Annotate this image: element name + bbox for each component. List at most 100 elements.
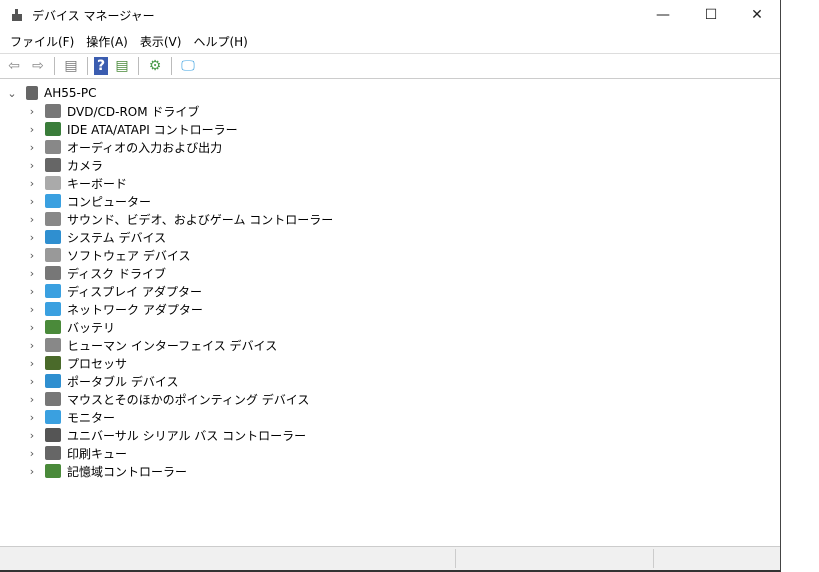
tree-item[interactable]: › IDE ATA/ATAPI コントローラー [0,120,780,138]
tree-item[interactable]: › ソフトウェア デバイス [0,246,780,264]
chevron-right-icon[interactable]: › [26,429,38,442]
help-icon[interactable]: ? [94,57,108,75]
device-category-icon [45,446,61,460]
tree-item[interactable]: › システム デバイス [0,228,780,246]
device-category-icon [45,212,61,226]
back-icon[interactable]: ⇦ [4,56,24,76]
chevron-right-icon[interactable]: › [26,285,38,298]
device-category-icon [45,266,61,280]
device-category-icon [45,392,61,406]
tree-item[interactable]: › 印刷キュー [0,444,780,462]
chevron-right-icon[interactable]: › [26,375,38,388]
tree-item[interactable]: › キーボード [0,174,780,192]
chevron-right-icon[interactable]: › [26,123,38,136]
device-category-icon [45,140,61,154]
device-category-icon [45,194,61,208]
status-divider [455,549,456,568]
chevron-right-icon[interactable]: › [26,159,38,172]
toolbar-separator [54,57,55,75]
tree-item-label: バッテリ [67,320,116,335]
tree-item[interactable]: › ヒューマン インターフェイス デバイス [0,336,780,354]
tree-item[interactable]: › オーディオの入力および出力 [0,138,780,156]
chevron-right-icon[interactable]: › [26,339,38,352]
chevron-right-icon[interactable]: › [26,213,38,226]
device-category-icon [45,320,61,334]
tree-item-label: コンピューター [67,194,152,209]
tree-item[interactable]: › プロセッサ [0,354,780,372]
update-driver-icon[interactable]: ⚙ [145,56,165,76]
tree-item-label: オーディオの入力および出力 [67,140,223,155]
minimize-button[interactable]: — [640,0,686,30]
device-manager-window: デバイス マネージャー — ☐ ✕ ファイル(F) 操作(A) 表示(V) ヘル… [0,0,781,572]
tree-item-label: ディスク ドライブ [67,266,166,281]
tree-item-label: ソフトウェア デバイス [67,248,191,263]
menu-view[interactable]: 表示(V) [134,33,188,50]
menu-file[interactable]: ファイル(F) [4,33,80,50]
tree-item[interactable]: › ディスプレイ アダプター [0,282,780,300]
tree-item[interactable]: › コンピューター [0,192,780,210]
chevron-down-icon[interactable]: ⌄ [6,87,18,100]
tree-item[interactable]: › モニター [0,408,780,426]
close-button[interactable]: ✕ [734,0,780,30]
tree-item[interactable]: › バッテリ [0,318,780,336]
tree-item-label: カメラ [67,158,104,173]
tree-item-label: ディスプレイ アダプター [67,284,202,299]
toolbar: ⇦ ⇨ ▤ ? ▤ ⚙ 🖵 [0,53,780,79]
properties-icon[interactable]: ▤ [112,56,132,76]
device-category-icon [45,284,61,298]
device-category-icon [45,464,61,478]
chevron-right-icon[interactable]: › [26,231,38,244]
forward-icon[interactable]: ⇨ [28,56,48,76]
tree-item[interactable]: › カメラ [0,156,780,174]
device-tree: ⌄ AH55-PC › DVD/CD-ROM ドライブ › IDE ATA/ATA… [0,84,780,544]
tree-item[interactable]: › DVD/CD-ROM ドライブ [0,102,780,120]
maximize-button[interactable]: ☐ [688,0,734,30]
chevron-right-icon[interactable]: › [26,321,38,334]
chevron-right-icon[interactable]: › [26,447,38,460]
tree-root[interactable]: ⌄ AH55-PC [0,84,780,102]
window-title: デバイス マネージャー [32,8,155,23]
chevron-right-icon[interactable]: › [26,177,38,190]
chevron-right-icon[interactable]: › [26,357,38,370]
menu-action[interactable]: 操作(A) [80,33,134,50]
chevron-right-icon[interactable]: › [26,465,38,478]
tree-item[interactable]: › ユニバーサル シリアル バス コントローラー [0,426,780,444]
tree-item-label: ポータブル デバイス [67,374,179,389]
tree-item[interactable]: › マウスとそのほかのポインティング デバイス [0,390,780,408]
tree-item-label: IDE ATA/ATAPI コントローラー [67,122,238,137]
tree-item-label: プロセッサ [67,356,128,371]
show-hide-console-tree-icon[interactable]: ▤ [61,56,81,76]
chevron-right-icon[interactable]: › [26,411,38,424]
tree-item[interactable]: › サウンド、ビデオ、およびゲーム コントローラー [0,210,780,228]
tree-item-label: モニター [67,410,116,425]
device-category-icon [45,338,61,352]
toolbar-separator [87,57,88,75]
status-bar [0,546,780,570]
device-category-icon [45,302,61,316]
status-divider [653,549,654,568]
tree-item-label: 記憶域コントローラー [67,464,188,479]
tree-item-label: ユニバーサル シリアル バス コントローラー [67,428,307,443]
scan-hardware-icon[interactable]: 🖵 [178,56,198,76]
tree-item[interactable]: › ディスク ドライブ [0,264,780,282]
toolbar-separator [138,57,139,75]
tree-item-label: マウスとそのほかのポインティング デバイス [67,392,310,407]
menu-bar: ファイル(F) 操作(A) 表示(V) ヘルプ(H) [0,30,780,53]
chevron-right-icon[interactable]: › [26,249,38,262]
chevron-right-icon[interactable]: › [26,303,38,316]
menu-help[interactable]: ヘルプ(H) [187,33,253,50]
chevron-right-icon[interactable]: › [26,195,38,208]
computer-icon [26,86,38,100]
device-category-icon [45,248,61,262]
device-category-icon [45,158,61,172]
device-category-icon [45,230,61,244]
chevron-right-icon[interactable]: › [26,393,38,406]
chevron-right-icon[interactable]: › [26,141,38,154]
tree-item-label: サウンド、ビデオ、およびゲーム コントローラー [67,212,334,227]
tree-item[interactable]: › ポータブル デバイス [0,372,780,390]
tree-item[interactable]: › ネットワーク アダプター [0,300,780,318]
chevron-right-icon[interactable]: › [26,105,38,118]
device-category-icon [45,356,61,370]
tree-item[interactable]: › 記憶域コントローラー [0,462,780,480]
chevron-right-icon[interactable]: › [26,267,38,280]
